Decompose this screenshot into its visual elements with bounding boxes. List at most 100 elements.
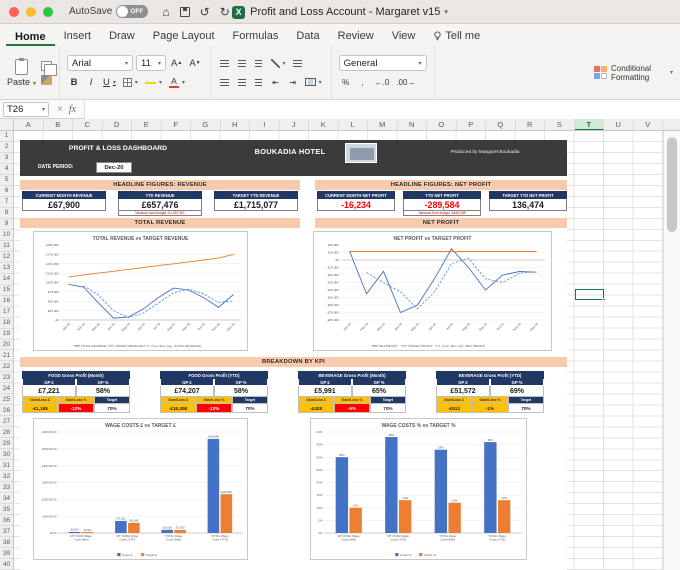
gp-currency-value[interactable]: £51,572 [436,386,490,397]
autosave-toggle[interactable]: OFF [116,5,149,18]
bold-button[interactable]: B [67,75,81,90]
column-header-E[interactable]: E [132,119,162,130]
row-header-12[interactable]: 12 [0,252,13,263]
decrease-decimal-button[interactable]: .00→ [394,75,417,90]
gp-currency-value[interactable]: £7,221 [22,386,76,397]
column-header-U[interactable]: U [604,119,634,130]
row-header-39[interactable]: 39 [0,548,13,560]
row-header-33[interactable]: 33 [0,482,13,494]
gp-currency-value[interactable]: £5,991 [298,386,352,397]
number-format-select[interactable]: General ▾ [338,55,427,71]
column-header-I[interactable]: I [250,119,280,130]
row-header-38[interactable]: 38 [0,537,13,549]
row-header-35[interactable]: 35 [0,504,13,516]
column-header-S[interactable]: S [545,119,575,130]
gain-pct-value[interactable]: -12% [196,404,232,413]
row-header-7[interactable]: 7 [0,197,13,208]
target-value[interactable]: 70% [508,404,544,413]
increase-decimal-button[interactable]: ←.0 [373,75,392,90]
name-box[interactable]: T26 ▾ [3,101,49,117]
decrease-font-button[interactable]: A ▼ [187,56,202,71]
title-chevron-down-icon[interactable]: ▾ [444,8,448,16]
target-value[interactable]: 70% [94,404,130,413]
column-header-R[interactable]: R [516,119,545,130]
gp-currency-value[interactable]: £74,207 [160,386,214,397]
headline-card-value[interactable]: £67,900 [22,199,106,211]
gain-pct-value[interactable]: -12% [58,404,94,413]
target-value[interactable]: 70% [232,404,268,413]
redo-icon[interactable]: ↻ [220,6,230,18]
align-right-button[interactable] [252,56,266,71]
column-header-L[interactable]: L [339,119,368,130]
headline-card-value[interactable]: £1,715,077 [214,199,298,211]
tab-formulas[interactable]: Formulas [224,27,288,46]
column-header-M[interactable]: M [368,119,398,130]
gain-currency-value[interactable]: -£15,308 [160,404,196,413]
tab-page-layout[interactable]: Page Layout [144,27,224,46]
row-header-13[interactable]: 13 [0,263,13,274]
row-header-8[interactable]: 8 [0,208,13,219]
row-header-15[interactable]: 15 [0,285,13,296]
save-icon[interactable] [179,6,190,17]
row-header-34[interactable]: 34 [0,493,13,505]
target-value[interactable]: 70% [370,404,406,413]
format-painter-button[interactable] [41,74,53,85]
row-header-3[interactable]: 3 [0,153,13,164]
tab-view[interactable]: View [383,27,425,46]
fx-icon[interactable]: fx [69,104,76,115]
row-header-32[interactable]: 32 [0,471,13,483]
revenue-chart-object[interactable]: TOTAL REVENUE vs TARGET REVENUE £0 £25,000… [33,231,248,351]
vertical-scrollbar[interactable] [663,131,680,570]
gp-pct-value[interactable]: 65% [352,386,406,397]
wrap-text-button[interactable] [291,56,305,71]
row-header-17[interactable]: 17 [0,307,13,318]
row-header-29[interactable]: 29 [0,438,13,450]
borders-button[interactable]: ▾ [121,75,140,90]
fill-color-button[interactable]: ▾ [143,75,164,90]
row-header-22[interactable]: 22 [0,361,13,373]
minimize-window-button[interactable] [26,6,36,17]
column-header-Q[interactable]: Q [486,119,516,130]
column-header-C[interactable]: C [73,119,103,130]
tab-tell-me[interactable]: Tell me [424,27,489,46]
row-header-14[interactable]: 14 [0,274,13,285]
tab-data[interactable]: Data [287,27,328,46]
row-header-31[interactable]: 31 [0,460,13,472]
row-header-16[interactable]: 16 [0,296,13,307]
column-header-K[interactable]: K [309,119,339,130]
row-header-10[interactable]: 10 [0,230,13,241]
row-header-20[interactable]: 20 [0,340,13,351]
headline-card-value[interactable]: £657,476 [118,199,202,211]
scrollbar-thumb[interactable] [667,137,677,232]
row-header-9[interactable]: 9 [0,219,13,230]
row-header-40[interactable]: 40 [0,559,13,570]
tab-home[interactable]: Home [6,28,55,46]
row-header-25[interactable]: 25 [0,394,13,406]
wage-costs-gbp-chart-object[interactable]: WAGE COSTS £ vs TARGET £ £0.00 £100,000.00… [33,418,248,560]
row-header-1[interactable]: 1 [0,131,13,142]
align-left-button[interactable] [218,56,232,71]
gain-currency-value[interactable]: -£513 [436,404,472,413]
column-header-P[interactable]: P [457,119,486,130]
comma-style-button[interactable]: , [356,75,370,90]
row-header-26[interactable]: 26 [0,405,13,417]
gp-pct-value[interactable]: 58% [76,386,130,397]
underline-button[interactable]: U ▾ [101,75,118,90]
gp-pct-value[interactable]: 58% [214,386,268,397]
gp-pct-value[interactable]: 69% [490,386,544,397]
row-header-23[interactable]: 23 [0,372,13,384]
column-header-N[interactable]: N [398,119,427,130]
align-middle-button[interactable] [235,75,249,90]
row-header-18[interactable]: 18 [0,318,13,329]
row-header-5[interactable]: 5 [0,175,13,186]
align-bottom-button[interactable] [252,75,266,90]
align-center-button[interactable] [235,56,249,71]
wage-costs-pct-chart-object[interactable]: WAGE COSTS % vs TARGET % 0% 5% 10% 15% 20% 25%… [310,418,527,560]
column-header-T[interactable]: T [574,119,604,130]
column-header-B[interactable]: B [44,119,73,130]
headline-card-value[interactable]: -16,234 [317,199,395,211]
orientation-button[interactable]: ▾ [269,56,288,71]
headline-card-value[interactable]: 136,474 [489,199,567,211]
row-header-24[interactable]: 24 [0,383,13,395]
align-top-button[interactable] [218,75,232,90]
